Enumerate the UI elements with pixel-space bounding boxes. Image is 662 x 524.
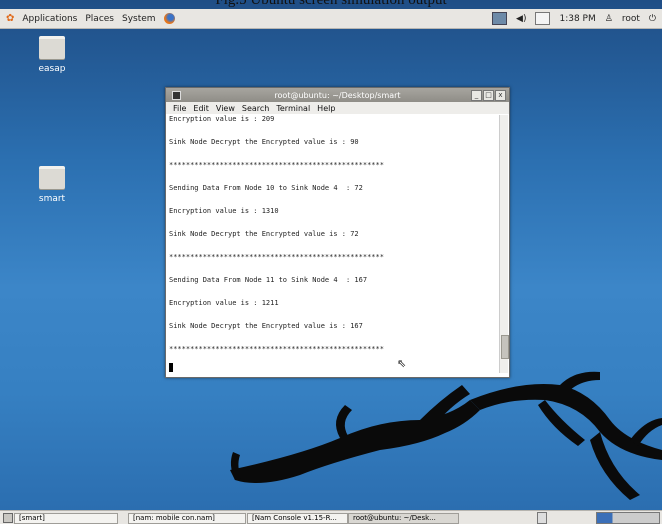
folder-icon — [39, 36, 65, 59]
show-desktop-icon[interactable] — [3, 513, 13, 523]
taskbar-item-terminal[interactable]: root@ubuntu: ~/Desk... — [348, 513, 459, 524]
output-line: Sink Node Decrypt the Encrypted value is… — [169, 322, 363, 330]
maximize-button[interactable]: □ — [483, 90, 494, 101]
output-line: Sending Data From Node 11 to Sink Node 4… — [169, 276, 368, 284]
menu-help[interactable]: Help — [317, 104, 335, 113]
user-icon: ♙ — [604, 13, 613, 24]
user-name[interactable]: root — [622, 14, 640, 24]
menu-edit[interactable]: Edit — [193, 104, 209, 113]
volume-icon[interactable]: ◀) — [516, 14, 526, 24]
power-icon[interactable]: ⏻ — [649, 14, 656, 24]
output-line: Encryption value is : 1211 — [169, 299, 279, 307]
scrollbar-thumb[interactable] — [501, 335, 509, 359]
output-line: ****************************************… — [169, 253, 384, 261]
bottom-panel: [smart] [nam: mobile con.nam] [Nam Conso… — [0, 510, 662, 524]
network-icon[interactable] — [492, 12, 508, 25]
taskbar-item-nam[interactable]: [nam: mobile con.nam] — [128, 513, 246, 524]
terminal-scrollbar[interactable] — [499, 115, 509, 373]
terminal-menubar: File Edit View Search Terminal Help — [166, 102, 509, 114]
terminal-icon — [172, 91, 181, 100]
menu-system[interactable]: System — [122, 14, 156, 24]
output-line: Sink Node Decrypt the Encrypted value is… — [169, 230, 359, 238]
output-line: Encryption value is : 1310 — [169, 207, 279, 215]
output-line: Sink Node Decrypt the Encrypted value is… — [169, 138, 359, 146]
output-line: Encryption value is : 209 — [169, 115, 275, 123]
top-panel: ✿ Applications Places System ◀) 1:38 PM … — [0, 9, 662, 29]
terminal-window[interactable]: root@ubuntu: ~/Desktop/smart _ □ x File … — [165, 87, 510, 378]
folder-icon — [39, 166, 65, 189]
terminal-cursor — [169, 363, 173, 372]
terminal-titlebar[interactable]: root@ubuntu: ~/Desktop/smart _ □ x — [166, 88, 509, 102]
taskbar-item-smart[interactable]: [smart] — [14, 513, 118, 524]
mail-icon[interactable] — [535, 12, 551, 25]
menu-terminal[interactable]: Terminal — [276, 104, 310, 113]
output-line: ****************************************… — [169, 161, 384, 169]
figure-caption: Fig.5 Ubuntu screen simulation output — [215, 0, 447, 8]
terminal-output[interactable]: Encryption value is : 209 Sink Node Decr… — [168, 115, 498, 373]
firefox-icon[interactable] — [163, 13, 175, 24]
taskbar-item-nam-console[interactable]: [Nam Console v1.15-R... — [247, 513, 348, 524]
minimize-button[interactable]: _ — [471, 90, 482, 101]
close-button[interactable]: x — [495, 90, 506, 101]
output-line: Sending Data From Node 10 to Sink Node 4… — [169, 184, 363, 192]
menu-places[interactable]: Places — [85, 14, 114, 24]
menu-applications[interactable]: Applications — [22, 14, 77, 24]
workspace-switcher[interactable] — [596, 512, 660, 524]
desktop-icon-label: easap — [38, 64, 66, 74]
menu-file[interactable]: File — [173, 104, 186, 113]
desktop-icon-easap[interactable]: easap — [22, 36, 82, 74]
trash-icon[interactable] — [537, 512, 547, 524]
output-line: ****************************************… — [169, 345, 384, 353]
desktop-icon-label: smart — [38, 194, 66, 204]
menu-search[interactable]: Search — [242, 104, 269, 113]
clock[interactable]: 1:38 PM — [559, 14, 595, 24]
mouse-pointer-icon: ⇖ — [397, 357, 407, 370]
desktop-icon-smart[interactable]: smart — [22, 166, 82, 204]
gnome-foot-icon: ✿ — [6, 13, 15, 24]
terminal-title: root@ubuntu: ~/Desktop/smart — [274, 90, 401, 100]
menu-view[interactable]: View — [216, 104, 235, 113]
